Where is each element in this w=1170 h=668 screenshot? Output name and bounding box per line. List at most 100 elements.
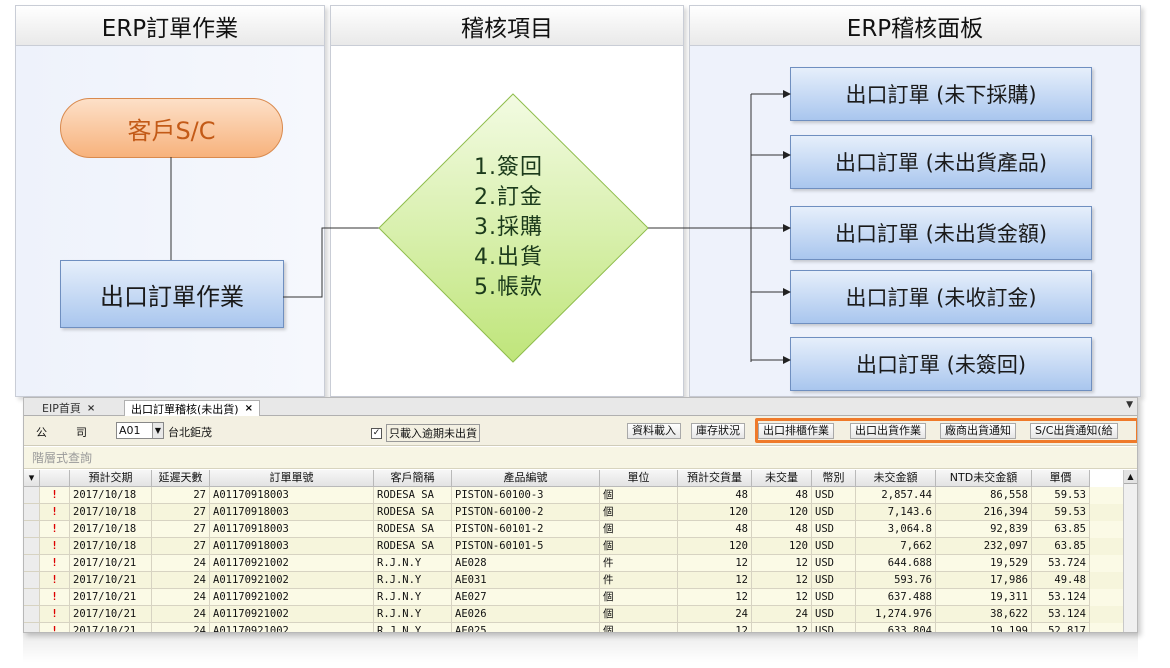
row-selector[interactable] bbox=[24, 487, 40, 504]
column-header[interactable]: 預計交期 bbox=[70, 470, 152, 487]
table-cell: USD bbox=[812, 487, 856, 504]
table-cell: 120 bbox=[678, 504, 752, 521]
table-cell: 個 bbox=[600, 589, 678, 606]
table-cell: A01170921002 bbox=[210, 589, 374, 606]
table-cell: A01170921002 bbox=[210, 606, 374, 623]
table-cell: 86,558 bbox=[936, 487, 1032, 504]
table-cell: 633.804 bbox=[856, 623, 936, 632]
row-selector[interactable] bbox=[24, 521, 40, 538]
table-cell: 120 bbox=[752, 504, 812, 521]
table-row[interactable]: ! 2017/10/21 24 A01170921002 R.J.N.Y AE025 個 12… bbox=[24, 623, 1124, 632]
overdue-flag: ! bbox=[40, 623, 70, 632]
table-cell: 2017/10/18 bbox=[70, 538, 152, 555]
table-cell: 59.53 bbox=[1032, 504, 1090, 521]
table-cell: 63.85 bbox=[1032, 521, 1090, 538]
table-cell: 63.85 bbox=[1032, 538, 1090, 555]
control-box-unpaid-deposit: 出口訂單 (未收訂金) bbox=[790, 270, 1092, 324]
highlight-box bbox=[755, 418, 1137, 443]
column-header[interactable]: 產品編號 bbox=[452, 470, 600, 487]
load-data-button[interactable]: 資料載入 bbox=[627, 423, 681, 439]
column-header[interactable]: NTD未交金額 bbox=[936, 470, 1032, 487]
control-box-unshipped-amount: 出口訂單 (未出貨金額) bbox=[790, 206, 1092, 260]
table-cell: USD bbox=[812, 606, 856, 623]
table-cell: 24 bbox=[752, 606, 812, 623]
overdue-flag: ! bbox=[40, 487, 70, 504]
table-cell: RODESA SA bbox=[374, 521, 452, 538]
table-cell: 2017/10/21 bbox=[70, 589, 152, 606]
row-selector[interactable] bbox=[24, 589, 40, 606]
column-header[interactable]: 訂單單號 bbox=[210, 470, 374, 487]
panel-title: ERP稽核面板 bbox=[690, 6, 1140, 46]
column-header[interactable]: 未交金額 bbox=[856, 470, 936, 487]
table-cell: RODESA SA bbox=[374, 504, 452, 521]
column-header[interactable]: 未交量 bbox=[752, 470, 812, 487]
table-cell: 3,064.8 bbox=[856, 521, 936, 538]
table-row[interactable]: ! 2017/10/18 27 A01170918003 RODESA SA PISTON… bbox=[24, 521, 1124, 538]
hierarchical-query-bar[interactable]: 階層式查詢 bbox=[24, 447, 1137, 469]
table-cell: R.J.N.Y bbox=[374, 623, 452, 632]
column-header[interactable]: 單位 bbox=[600, 470, 678, 487]
close-icon[interactable]: × bbox=[245, 403, 253, 414]
table-cell: AE027 bbox=[452, 589, 600, 606]
control-box-no-purchase: 出口訂單 (未下採購) bbox=[790, 67, 1092, 121]
table-cell: 12 bbox=[752, 589, 812, 606]
tab-export-order-audit[interactable]: 出口訂單稽核(未出貨) × bbox=[124, 400, 260, 416]
table-cell: RODESA SA bbox=[374, 538, 452, 555]
table-row[interactable]: ! 2017/10/18 27 A01170918003 RODESA SA PISTON… bbox=[24, 504, 1124, 521]
window-shadow bbox=[23, 633, 1138, 663]
scroll-up-icon[interactable]: ▲ bbox=[1124, 470, 1137, 484]
table-cell: 2017/10/21 bbox=[70, 572, 152, 589]
table-cell: 59.53 bbox=[1032, 487, 1090, 504]
table-cell: R.J.N.Y bbox=[374, 572, 452, 589]
column-header[interactable]: 單價 bbox=[1032, 470, 1090, 487]
column-header[interactable]: 預計交貨量 bbox=[678, 470, 752, 487]
row-selector-header[interactable]: ▾ bbox=[24, 470, 40, 487]
tab-eip-home[interactable]: EIP首頁 × bbox=[36, 400, 101, 416]
column-header[interactable] bbox=[40, 470, 70, 487]
row-selector[interactable] bbox=[24, 623, 40, 632]
table-cell: 24 bbox=[152, 606, 210, 623]
table-cell: 2,857.44 bbox=[856, 487, 936, 504]
column-header[interactable]: 延遲天數 bbox=[152, 470, 210, 487]
table-cell: 53.124 bbox=[1032, 589, 1090, 606]
table-cell: 53.124 bbox=[1032, 606, 1090, 623]
table-cell: 48 bbox=[752, 487, 812, 504]
audit-item: 2.訂金 bbox=[474, 185, 543, 210]
table-cell: USD bbox=[812, 589, 856, 606]
row-selector[interactable] bbox=[24, 572, 40, 589]
chevron-down-icon[interactable]: ▼ bbox=[152, 423, 163, 438]
company-label: 公 bbox=[36, 426, 47, 439]
table-row[interactable]: ! 2017/10/21 24 A01170921002 R.J.N.Y AE026 個 24… bbox=[24, 606, 1124, 623]
table-cell: 2017/10/21 bbox=[70, 606, 152, 623]
table-cell: 644.688 bbox=[856, 555, 936, 572]
table-cell: 個 bbox=[600, 606, 678, 623]
tab-menu-icon[interactable]: ▼ bbox=[1126, 400, 1133, 410]
column-header[interactable]: 客戶簡稱 bbox=[374, 470, 452, 487]
export-order-box: 出口訂單作業 bbox=[60, 260, 284, 328]
table-cell: 2017/10/21 bbox=[70, 623, 152, 632]
panel-body: 出口訂單 (未下採購) 出口訂單 (未出貨產品) 出口訂單 (未出貨金額) 出口… bbox=[690, 47, 1140, 396]
table-row[interactable]: ! 2017/10/21 24 A01170921002 R.J.N.Y AE028 件 12… bbox=[24, 555, 1124, 572]
close-icon[interactable]: × bbox=[87, 403, 95, 414]
table-cell: 24 bbox=[152, 572, 210, 589]
table-cell: 48 bbox=[678, 487, 752, 504]
table-cell: PISTON-60100-2 bbox=[452, 504, 600, 521]
row-selector[interactable] bbox=[24, 538, 40, 555]
vertical-scrollbar[interactable]: ▲ bbox=[1123, 470, 1137, 632]
company-select[interactable]: A01 ▼ bbox=[116, 422, 164, 439]
overdue-only-checkbox[interactable]: ✓ 只載入逾期未出貨 bbox=[371, 424, 480, 442]
overdue-flag: ! bbox=[40, 572, 70, 589]
table-cell: 24 bbox=[152, 555, 210, 572]
table-row[interactable]: ! 2017/10/18 27 A01170918003 RODESA SA PISTON… bbox=[24, 538, 1124, 555]
table-row[interactable]: ! 2017/10/18 27 A01170918003 RODESA SA PISTON… bbox=[24, 487, 1124, 504]
table-cell: 24 bbox=[678, 606, 752, 623]
row-selector[interactable] bbox=[24, 555, 40, 572]
row-selector[interactable] bbox=[24, 606, 40, 623]
checkbox-icon[interactable]: ✓ bbox=[371, 427, 382, 439]
row-selector[interactable] bbox=[24, 504, 40, 521]
inventory-status-button[interactable]: 庫存狀況 bbox=[691, 423, 745, 439]
table-row[interactable]: ! 2017/10/21 24 A01170921002 R.J.N.Y AE027 個 12… bbox=[24, 589, 1124, 606]
table-row[interactable]: ! 2017/10/21 24 A01170921002 R.J.N.Y AE031 件 12… bbox=[24, 572, 1124, 589]
overdue-flag: ! bbox=[40, 521, 70, 538]
column-header[interactable]: 幣別 bbox=[812, 470, 856, 487]
